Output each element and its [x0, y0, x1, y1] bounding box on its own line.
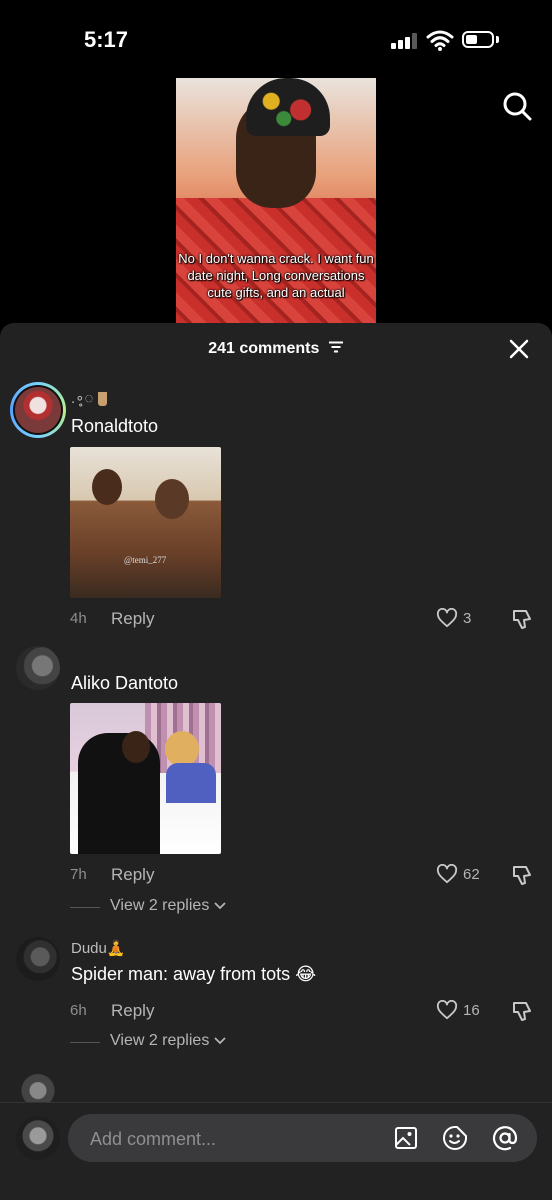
reply-button[interactable]: Reply: [111, 609, 154, 629]
avatar[interactable]: [16, 646, 60, 690]
view-replies-button[interactable]: View 2 replies: [110, 897, 226, 915]
divider: [70, 907, 100, 908]
view-replies-button[interactable]: View 2 replies: [110, 1032, 226, 1050]
dislike-icon[interactable]: [511, 864, 533, 886]
search-icon[interactable]: [502, 91, 532, 121]
comment-input-container: [68, 1114, 537, 1164]
comment-username[interactable]: Dudu🧘: [71, 939, 126, 957]
view-replies-label: View 2 replies: [110, 1032, 210, 1049]
reply-button[interactable]: Reply: [111, 1001, 154, 1021]
comment-image[interactable]: @temi_277: [70, 447, 221, 598]
image-watermark: @temi_277: [124, 555, 167, 565]
like-count: 3: [463, 610, 472, 627]
mention-icon[interactable]: [492, 1125, 518, 1151]
comments-header: 241 comments: [0, 340, 552, 358]
comment-time: 6h: [70, 1002, 87, 1019]
comment-time: 7h: [70, 866, 87, 883]
image-icon[interactable]: [394, 1126, 418, 1150]
video-player[interactable]: No I don't wanna crack. I want fun date …: [176, 78, 376, 326]
status-time: 5:17: [84, 27, 129, 52]
comment-time: 4h: [70, 610, 87, 627]
image-figure: [92, 469, 122, 505]
video-caption: No I don't wanna crack. I want fun date …: [178, 251, 374, 300]
view-replies-label: View 2 replies: [110, 897, 210, 914]
image-figure: [166, 763, 216, 803]
wifi-icon: [426, 30, 454, 51]
current-user-avatar[interactable]: [16, 1116, 60, 1160]
close-icon[interactable]: [508, 338, 530, 360]
dislike-icon[interactable]: [511, 1000, 533, 1022]
filter-icon[interactable]: [328, 341, 344, 353]
comment-text: Spider man: away from tots 😂: [71, 964, 317, 984]
image-figure: [122, 731, 150, 763]
comments-count: 241 comments: [208, 340, 320, 357]
decoration-text: .∘̥◌: [71, 390, 94, 407]
reply-button[interactable]: Reply: [111, 865, 154, 885]
avatar[interactable]: [16, 937, 60, 981]
avatar[interactable]: [10, 382, 66, 438]
signal-icon: [391, 33, 421, 49]
heart-icon[interactable]: [436, 864, 458, 884]
image-figure: [165, 731, 199, 767]
chevron-down-icon: [214, 902, 226, 910]
like-count: 16: [463, 1002, 480, 1019]
comment-username[interactable]: Aliko Dantoto: [71, 673, 178, 694]
battery-tip: [496, 36, 499, 43]
heart-icon[interactable]: [436, 1000, 458, 1020]
comment-username[interactable]: Ronaldtoto: [71, 416, 158, 437]
emoji-icon[interactable]: [442, 1125, 468, 1151]
battery-icon: [462, 31, 494, 48]
comment-image[interactable]: [70, 703, 221, 854]
like-count: 62: [463, 866, 480, 883]
video-figure-bandana: [246, 78, 330, 136]
comment-input[interactable]: [88, 1114, 372, 1164]
heart-icon[interactable]: [436, 608, 458, 628]
image-figure: [155, 479, 189, 519]
comment-decoration: .∘̥◌: [71, 389, 107, 407]
dislike-icon[interactable]: [511, 608, 533, 630]
cup-icon: [97, 392, 107, 407]
divider: [70, 1042, 100, 1043]
chevron-down-icon: [214, 1037, 226, 1045]
